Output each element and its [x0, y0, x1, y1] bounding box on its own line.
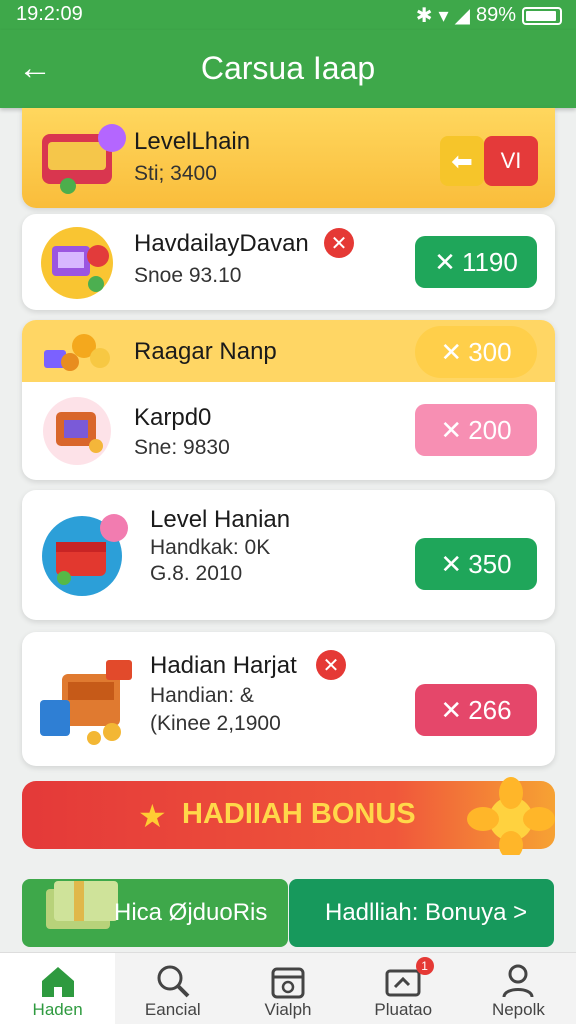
reward-button[interactable]: ✕ 350 — [415, 538, 537, 590]
list-item[interactable]: Raagar Nanp ✕ 300 — [22, 320, 555, 382]
list-item[interactable]: Level Hanian Handkak: 0K G.8. 2010 ✕ 350 — [22, 490, 555, 620]
nav-label: Haden — [32, 1000, 83, 1019]
reward-button[interactable]: ✕ 1190 — [415, 236, 537, 288]
item-sub: Sti; 3400 — [134, 162, 217, 185]
nav-label: Nepolk — [491, 1000, 545, 1019]
close-icon[interactable]: ✕ — [324, 228, 354, 258]
reward-value: 1190 — [461, 246, 518, 277]
reward-value: 200 — [468, 414, 512, 445]
item-sub: Handkak: 0K — [150, 536, 271, 559]
app-bar: ← Carsua Iaap — [0, 30, 576, 108]
arrow-icon: ⬅ — [451, 145, 473, 176]
status-bar: 19:2:09 ✱ ▾ ◢ 89% — [0, 0, 576, 30]
status-right: ✱ ▾ ◢ 89% — [416, 3, 562, 28]
list-item[interactable]: LevelLhain Sti; 3400 ⬅ VI — [22, 108, 555, 208]
treasure-box-icon — [43, 397, 111, 465]
tile-right[interactable]: Hadlliah: Bonuya > — [289, 879, 554, 947]
bluetooth-icon: ✱ — [415, 5, 433, 27]
item-sub: Sne: 9830 — [134, 436, 230, 459]
reward-button[interactable]: ✕ 300 — [415, 326, 537, 378]
nav-calendar[interactable]: Vialph — [230, 953, 345, 1024]
nav-label: Eancial — [144, 1000, 201, 1019]
nav-label: Pluatao — [374, 1000, 433, 1019]
gold-flower-icon — [467, 777, 555, 855]
search-icon — [157, 965, 190, 998]
item-name: HavdailayDavan — [134, 230, 309, 257]
cross-tools-icon: ✕ — [440, 694, 463, 725]
vip-badge[interactable]: VI — [484, 136, 538, 186]
tile-left[interactable]: Hica ØjduoRis — [22, 879, 288, 947]
home-icon — [41, 967, 74, 997]
treasure-pile-icon — [40, 660, 132, 745]
status-time: 19:2:09 — [16, 3, 83, 25]
reward-value: 266 — [468, 694, 512, 725]
item-sub: (Kinee 2,1900 — [150, 712, 281, 735]
person-icon — [502, 964, 534, 998]
notification-badge: 1 — [415, 957, 434, 975]
list-item[interactable]: HavdailayDavan ✕ Snoe 93.10 ✕ 1190 — [22, 214, 555, 310]
nav-profile[interactable]: Nepolk — [461, 953, 576, 1024]
nav-ticket[interactable]: 1 Pluatao — [346, 953, 461, 1024]
list-item[interactable]: Karpd0 Sne: 9830 ✕ 200 — [22, 382, 555, 480]
gift-box-icon — [41, 227, 113, 299]
bottom-nav: Haden Eancial Vialph 1 Pluatao Nepolk — [0, 952, 576, 1024]
bonus-banner[interactable]: ★ HADIIAH BONUS — [22, 777, 555, 855]
nav-search[interactable]: Eancial — [115, 953, 230, 1024]
calendar-icon — [271, 967, 305, 999]
reward-button[interactable]: ✕ 200 — [415, 404, 537, 456]
item-name: Raagar Nanp — [134, 338, 277, 365]
cross-tools-icon: ✕ — [440, 414, 463, 445]
gift-chest-icon — [42, 514, 128, 596]
tile-left-label: Hica ØjduoRis — [114, 899, 268, 926]
cross-tools-icon: ✕ — [440, 548, 463, 579]
game-box-icon — [42, 124, 126, 194]
item-name: Karpd0 — [134, 404, 212, 431]
bonus-label: HADIIAH BONUS — [182, 798, 416, 830]
page-title: Carsua Iaap — [200, 50, 376, 86]
item-name: LevelLhain — [134, 128, 251, 155]
money-stack-icon — [46, 881, 118, 929]
item-sub: Handian: & — [150, 684, 254, 707]
nav-label: Vialph — [264, 1000, 312, 1019]
item-name: Level Hanian — [150, 506, 291, 533]
list-item[interactable]: Hadian Harjat ✕ Handian: & (Kinee 2,1900… — [22, 632, 555, 766]
cross-tools-icon: ✕ — [440, 336, 463, 367]
list-item-group: Raagar Nanp ✕ 300 Karpd0 Sne: 9830 ✕ 200 — [22, 320, 555, 480]
item-sub: Snoe 93.10 — [134, 264, 242, 287]
tile-right-label: Hadlliah: Bonuya > — [325, 899, 528, 926]
reward-button[interactable]: ✕ 266 — [415, 684, 537, 736]
item-name: Hadian Harjat — [150, 652, 297, 679]
battery-icon — [522, 6, 562, 25]
nav-home[interactable]: Haden — [0, 953, 116, 1024]
close-icon[interactable]: ✕ — [316, 650, 346, 680]
reward-value: 300 — [468, 336, 512, 367]
battery-percent: 89% — [475, 4, 516, 26]
item-sub: G.8. 2010 — [150, 562, 243, 585]
reward-value: 350 — [468, 548, 512, 579]
arrow-badge[interactable]: ⬅ — [440, 136, 484, 186]
star-icon: ★ — [138, 798, 167, 834]
coins-icon — [44, 334, 110, 371]
signal-icon: ◢ — [454, 5, 470, 27]
cross-tools-icon: ✕ — [434, 246, 456, 277]
wifi-icon: ▾ — [438, 5, 449, 27]
